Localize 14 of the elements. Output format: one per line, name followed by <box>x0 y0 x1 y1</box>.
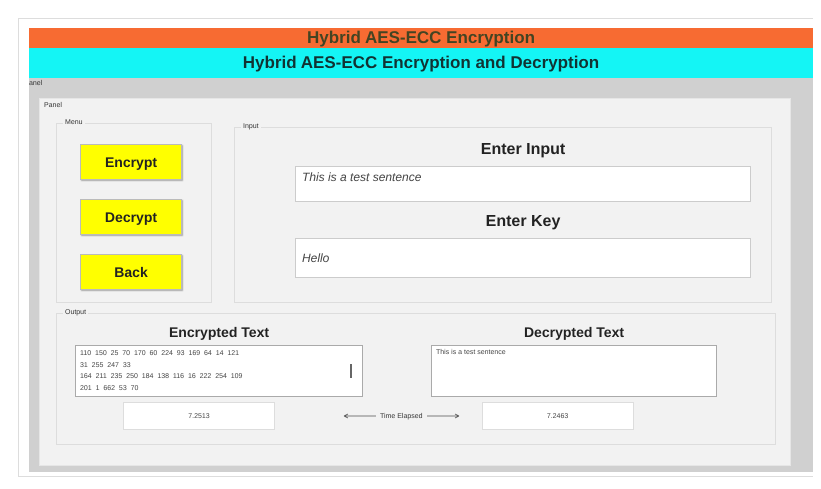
right-arrow-icon <box>426 413 460 419</box>
menu-button[interactable]: Encrypt <box>80 144 182 180</box>
encrypted-heading: Encrypted Text <box>168 324 270 340</box>
decrypted-heading: Decrypted Text <box>524 324 624 340</box>
scrollbar-thumb[interactable] <box>350 364 352 378</box>
menu-button[interactable]: Decrypt <box>80 199 182 235</box>
app-title: Hybrid AES-ECC Encryption <box>307 29 535 46</box>
header-title: Hybrid AES-ECC Encryption and Decryption <box>242 53 600 73</box>
key-field[interactable]: Hello <box>295 238 751 278</box>
key-heading: Enter Key <box>486 213 560 231</box>
left-arrow-icon <box>343 413 377 419</box>
menu-button[interactable]: Back <box>80 254 182 290</box>
input-heading: Enter Input <box>480 141 566 159</box>
input-field[interactable]: This is a test sentence <box>295 166 751 202</box>
